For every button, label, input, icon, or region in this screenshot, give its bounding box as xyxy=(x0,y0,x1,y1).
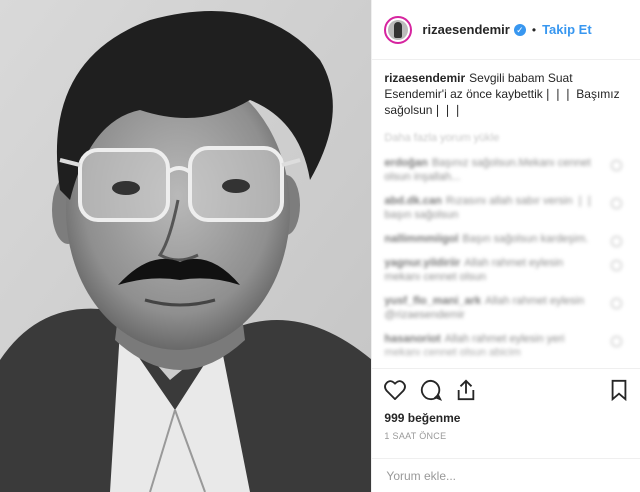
comment-input[interactable] xyxy=(384,467,628,484)
comment-item: abd.dk.can Rızasını allah sabır versin ❘❘… xyxy=(384,194,628,222)
comment-item: yusf_flo_mani_ark Allah rahmet eylesin @r… xyxy=(384,294,628,322)
action-icons xyxy=(384,375,628,405)
comment-item: nallimmmiigol Başın sağolsun kardeşim. xyxy=(384,232,628,247)
comment-username[interactable]: yusf_flo_mani_ark xyxy=(384,295,481,307)
comment-item: erdoğan Başınız sağolsun.Mekanı cennet ol… xyxy=(384,156,628,184)
share-icon[interactable] xyxy=(456,379,476,401)
comments-list[interactable]: rizaesendemir Sevgili babam Suat Esendemi… xyxy=(372,60,640,368)
post-header: rizaesendemir ✓ • Takip Et xyxy=(372,0,640,60)
caption-username[interactable]: rizaesendemir xyxy=(384,71,465,85)
comment-like-heart-icon[interactable] xyxy=(611,298,622,309)
caption: rizaesendemir Sevgili babam Suat Esendemi… xyxy=(384,70,628,118)
post-timestamp: 1 SAAT ÖNCE xyxy=(384,431,447,441)
post-sidebar: rizaesendemir ✓ • Takip Et rizaesendemir… xyxy=(371,0,640,492)
follow-button[interactable]: Takip Et xyxy=(542,22,592,37)
post-actions: 999 beğenme 1 SAAT ÖNCE xyxy=(372,368,640,458)
comment-like-heart-icon[interactable] xyxy=(611,198,622,209)
comment-like-heart-icon[interactable] xyxy=(611,260,622,271)
comment-bubble-icon[interactable] xyxy=(420,379,443,401)
bookmark-icon[interactable] xyxy=(610,379,628,401)
comment-item: yagnur.yildiriir Allah rahmet eylesin mek… xyxy=(384,256,628,284)
portrait-image xyxy=(0,0,372,492)
comment-like-heart-icon[interactable] xyxy=(611,160,622,171)
comment-container: erdoğan Başınız sağolsun.Mekanı cennet ol… xyxy=(384,156,628,368)
comment-username[interactable]: hasanoriot xyxy=(384,333,440,345)
comment-like-heart-icon[interactable] xyxy=(611,336,622,347)
comment-username[interactable]: yagnur.yildiriir xyxy=(384,257,460,269)
add-comment-bar xyxy=(372,458,640,492)
avatar[interactable] xyxy=(384,15,413,44)
comment-username[interactable]: abd.dk.can xyxy=(384,195,441,207)
comment-username[interactable]: erdoğan xyxy=(384,157,427,169)
comment-username[interactable]: nallimmmiigol xyxy=(384,233,458,245)
comment-text: Başın sağolsun kardeşim. xyxy=(462,233,589,245)
separator-dot: • xyxy=(531,22,537,37)
load-more-comments-link[interactable]: Daha fazla yorum yükle xyxy=(384,132,628,144)
verified-badge-icon: ✓ xyxy=(513,23,526,36)
like-heart-icon[interactable] xyxy=(384,380,407,400)
comments-fade xyxy=(372,348,640,368)
post-photo[interactable] xyxy=(0,0,372,492)
likes-count[interactable]: 999 beğenme xyxy=(384,411,628,425)
instagram-post: rizaesendemir ✓ • Takip Et rizaesendemir… xyxy=(0,0,640,492)
comment-like-heart-icon[interactable] xyxy=(611,236,622,247)
header-username[interactable]: rizaesendemir xyxy=(422,22,509,37)
